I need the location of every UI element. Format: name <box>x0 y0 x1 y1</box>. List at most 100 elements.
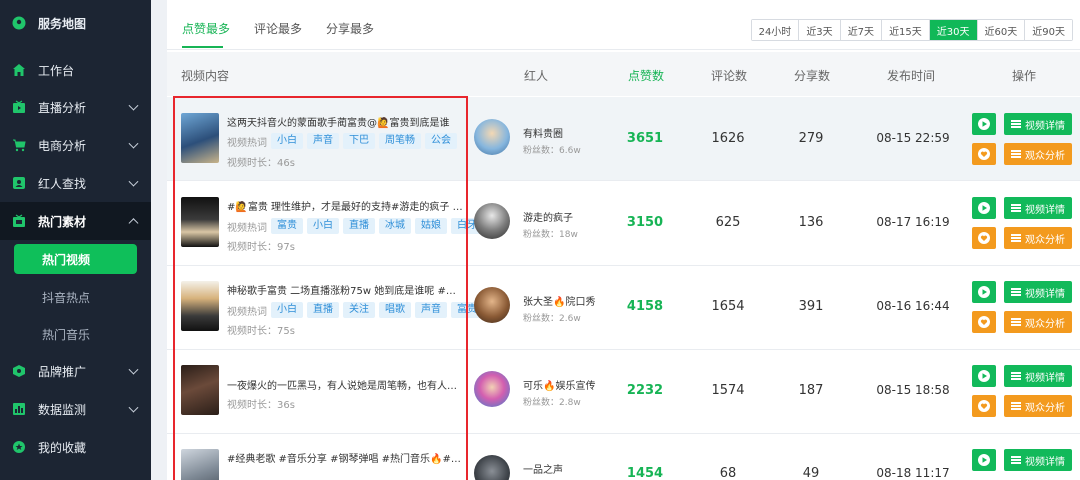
video-thumbnail[interactable] <box>181 281 219 331</box>
hot-word-tag[interactable]: 公会 <box>425 133 457 149</box>
col-kol: 红人 <box>524 69 549 83</box>
sidebar-subitem-hot-music[interactable]: 热门音乐 <box>0 315 151 353</box>
range-3d[interactable]: 近3天 <box>799 20 841 40</box>
sidebar-item-workbench[interactable]: 工作台 <box>0 51 151 89</box>
audience-analysis-button[interactable]: 观众分析 <box>1004 395 1072 417</box>
range-90d[interactable]: 近90天 <box>1025 20 1072 40</box>
hot-words-label: 视频热词 <box>227 222 267 234</box>
range-60d[interactable]: 近60天 <box>977 20 1026 40</box>
hot-word-tag[interactable]: 小白 <box>307 218 339 234</box>
avatar[interactable] <box>474 203 510 239</box>
sidebar-item-data-monitor[interactable]: 数据监测 <box>0 390 151 428</box>
sidebar-brand[interactable]: 服务地图 <box>0 4 151 42</box>
col-comments[interactable]: 评论数 <box>711 67 747 84</box>
table-row[interactable]: #经典老歌 #音乐分享 #钢琴弹唱 #热门音乐🔥#… 一品之声 1454 68 … <box>167 434 1080 480</box>
sidebar-subitem-label: 抖音热点 <box>42 290 91 305</box>
sidebar-item-kol-search[interactable]: 红人查找 <box>0 164 151 202</box>
kol-name[interactable]: 一品之声 <box>523 461 563 476</box>
hot-word-tag[interactable]: 直播 <box>343 218 375 234</box>
tab-most-likes[interactable]: 点赞最多 <box>182 20 230 37</box>
likes-count: 4158 <box>626 299 664 314</box>
avatar[interactable] <box>474 455 510 480</box>
video-thumbnail[interactable] <box>181 449 219 480</box>
play-button[interactable] <box>972 365 996 387</box>
hot-word-tag[interactable]: 姑娘 <box>415 218 447 234</box>
hot-word-tag[interactable]: 声音 <box>307 133 339 149</box>
hot-word-tag[interactable]: 富贵 <box>271 218 303 234</box>
video-detail-button[interactable]: 视频详情 <box>1004 281 1072 303</box>
hot-word-tag[interactable]: 关注 <box>343 302 375 318</box>
range-30d[interactable]: 近30天 <box>929 20 978 40</box>
hot-word-tag[interactable]: 小白 <box>271 302 303 318</box>
hot-word-tag[interactable]: 直播 <box>307 302 339 318</box>
sidebar-subitem-douyin-hot[interactable]: 抖音热点 <box>0 278 151 316</box>
col-shares[interactable]: 分享数 <box>794 67 830 84</box>
video-title[interactable]: 这两天抖音火的蒙面歌手蔺富贵@🙋富贵到底是谁 <box>227 114 463 129</box>
video-thumbnail[interactable] <box>181 197 219 247</box>
video-detail-label: 视频详情 <box>1025 288 1065 300</box>
heart-button[interactable] <box>972 395 996 417</box>
hot-word-tag[interactable]: 下巴 <box>343 133 375 149</box>
sidebar-item-label: 我的收藏 <box>38 440 87 455</box>
hot-word-tag[interactable]: 冰城 <box>379 218 411 234</box>
play-icon <box>978 286 990 298</box>
hot-word-tag[interactable]: 小白 <box>271 133 303 149</box>
video-thumbnail[interactable] <box>181 365 219 415</box>
list-icon <box>1011 372 1021 380</box>
table-row[interactable]: 一夜爆火的一匹黑马，有人说她是周笔畅，也有人… 视频时长：36s 可乐🔥娱乐宣传… <box>167 350 1080 434</box>
video-detail-button[interactable]: 视频详情 <box>1004 449 1072 471</box>
publish-time: 08-15 22:59 <box>876 131 950 145</box>
sidebar-item-ecommerce[interactable]: 电商分析 <box>0 126 151 164</box>
col-publish-time[interactable]: 发布时间 <box>887 67 935 84</box>
tab-most-shares[interactable]: 分享最多 <box>326 20 374 37</box>
heart-icon <box>978 400 990 412</box>
audience-analysis-button[interactable]: 观众分析 <box>1004 143 1072 165</box>
video-detail-button[interactable]: 视频详情 <box>1004 197 1072 219</box>
avatar[interactable] <box>474 371 510 407</box>
play-button[interactable] <box>972 113 996 135</box>
chevron-down-icon <box>128 176 139 187</box>
fans-prefix: 粉丝数： <box>523 146 560 156</box>
audience-analysis-button[interactable]: 观众分析 <box>1004 311 1072 333</box>
sidebar-item-label: 电商分析 <box>38 138 87 153</box>
table-row[interactable]: 这两天抖音火的蒙面歌手蔺富贵@🙋富贵到底是谁 视频热词 小白 声音 下巴 周笔畅… <box>167 97 1080 181</box>
sidebar-item-live-analysis[interactable]: 直播分析 <box>0 88 151 126</box>
sidebar-item-label: 热门素材 <box>38 214 87 229</box>
heart-button[interactable] <box>972 143 996 165</box>
range-24h[interactable]: 24小时 <box>751 20 800 40</box>
kol-name[interactable]: 张大圣🔥院口秀 <box>523 293 595 308</box>
hot-word-tag[interactable]: 周笔畅 <box>379 133 421 149</box>
sidebar-subitem-hot-video[interactable]: 热门视频 <box>14 244 137 274</box>
range-7d[interactable]: 近7天 <box>840 20 883 40</box>
play-button[interactable] <box>972 449 996 471</box>
col-likes[interactable]: 点赞数 <box>628 67 664 84</box>
sidebar-item-brand-promo[interactable]: 品牌推广 <box>0 352 151 390</box>
sidebar-item-favorites[interactable]: 我的收藏 <box>0 428 151 466</box>
video-thumbnail[interactable] <box>181 113 219 163</box>
table-row[interactable]: #🙋富贵 理性维护，才是最好的支持#游走的疯子 … 视频热词 富贵 小白 直播 … <box>167 182 1080 266</box>
comments-count: 1574 <box>711 383 745 398</box>
play-button[interactable] <box>972 197 996 219</box>
audience-analysis-button[interactable]: 观众分析 <box>1004 227 1072 249</box>
kol-name[interactable]: 有料贵圈 <box>523 125 563 140</box>
heart-button[interactable] <box>972 311 996 333</box>
video-title[interactable]: #经典老歌 #音乐分享 #钢琴弹唱 #热门音乐🔥#… <box>227 450 463 465</box>
video-title[interactable]: #🙋富贵 理性维护，才是最好的支持#游走的疯子 … <box>227 198 463 213</box>
table-row[interactable]: 神秘歌手富贵 二场直播涨粉75w 她到底是谁呢 #… 视频热词 小白 直播 关注… <box>167 266 1080 350</box>
video-title[interactable]: 神秘歌手富贵 二场直播涨粉75w 她到底是谁呢 #… <box>227 282 463 297</box>
kol-name[interactable]: 可乐🔥娱乐宣传 <box>523 377 595 392</box>
tab-most-comments[interactable]: 评论最多 <box>254 20 302 37</box>
hot-word-tag[interactable]: 声音 <box>415 302 447 318</box>
video-detail-button[interactable]: 视频详情 <box>1004 365 1072 387</box>
avatar[interactable] <box>474 287 510 323</box>
heart-button[interactable] <box>972 227 996 249</box>
video-title[interactable]: 一夜爆火的一匹黑马，有人说她是周笔畅，也有人… <box>227 377 463 392</box>
kol-fans: 粉丝数：2.8w <box>523 395 581 408</box>
range-15d[interactable]: 近15天 <box>882 20 930 40</box>
kol-name[interactable]: 游走的疯子 <box>523 209 573 224</box>
play-button[interactable] <box>972 281 996 303</box>
sidebar-item-hot-material[interactable]: 热门素材 <box>0 202 151 240</box>
avatar[interactable] <box>474 119 510 155</box>
video-detail-button[interactable]: 视频详情 <box>1004 113 1072 135</box>
hot-word-tag[interactable]: 唱歌 <box>379 302 411 318</box>
